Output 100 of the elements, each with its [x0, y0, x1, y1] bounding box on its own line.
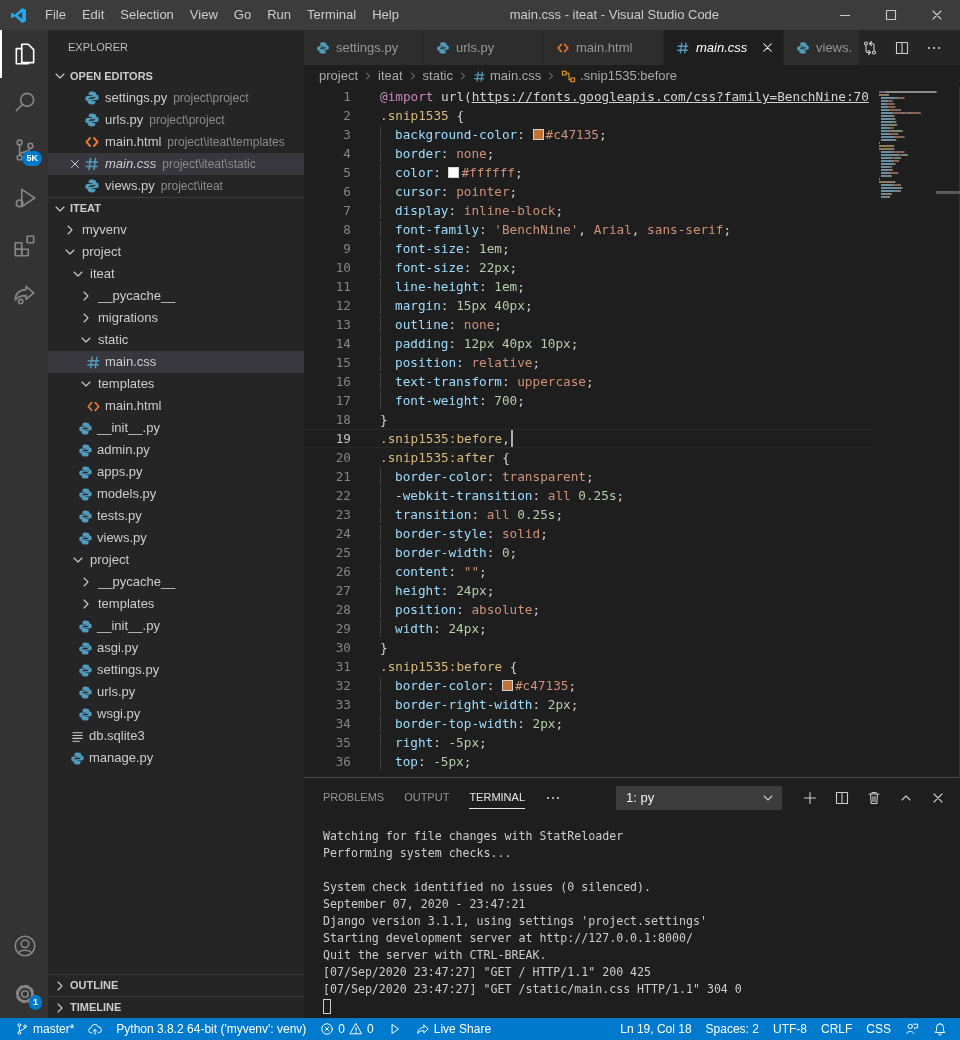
line-number: 7: [342, 202, 351, 220]
panel-tab[interactable]: TERMINAL: [469, 787, 525, 809]
tree-item[interactable]: apps.py: [48, 461, 304, 483]
scrollbar-thumb[interactable]: [936, 191, 960, 194]
split-editor-icon[interactable]: [894, 39, 910, 56]
menu-item[interactable]: View: [181, 0, 226, 30]
tree-item[interactable]: templates: [48, 593, 304, 615]
plus-icon[interactable]: [802, 790, 818, 806]
section-header[interactable]: ITEAT: [48, 197, 304, 219]
tree-item[interactable]: manage.py: [48, 747, 304, 769]
tree-item[interactable]: tests.py: [48, 505, 304, 527]
status-item[interactable]: Ln 19, Col 18: [613, 1018, 699, 1040]
status-item[interactable]: CSS: [859, 1018, 898, 1040]
python-file-icon: [78, 530, 93, 546]
breadcrumb-item[interactable]: .snip1535:before: [561, 66, 678, 86]
code-text: border-color: transparent;: [395, 468, 594, 486]
section-header[interactable]: OPEN EDITORS: [48, 65, 304, 87]
close-icon[interactable]: [68, 157, 82, 171]
activity-bar-item[interactable]: 1: [0, 970, 48, 1018]
editor-tab[interactable]: settings.py: [304, 30, 424, 65]
tree-item[interactable]: urls.py: [48, 681, 304, 703]
code-text: font-size: 22px;: [395, 259, 518, 277]
trash-icon[interactable]: [866, 790, 882, 806]
open-editor-item[interactable]: views.py project\iteat: [48, 175, 304, 197]
color-swatch-icon[interactable]: [532, 129, 544, 140]
tree-item[interactable]: migrations: [48, 307, 304, 329]
editor-tab[interactable]: urls.py: [424, 30, 544, 65]
code-text: font-family: 'BenchNine', Arial, sans-serif;: [395, 221, 732, 239]
menu-item[interactable]: Selection: [112, 0, 182, 30]
line-number: 22: [334, 487, 351, 505]
activity-bar-item[interactable]: 5K: [0, 126, 48, 174]
code-text: height: 24px;: [395, 582, 495, 600]
line-number: 9: [342, 240, 351, 258]
editor-tab[interactable]: main.html: [544, 30, 664, 65]
tree-item[interactable]: project: [48, 241, 304, 263]
terminal-select[interactable]: 1: py: [616, 786, 782, 810]
code-text: border-style: solid;: [395, 525, 548, 543]
tree-item[interactable]: __pycache__: [48, 285, 304, 307]
file-name: wsgi.py: [97, 705, 141, 724]
error-icon: [320, 1022, 335, 1036]
split-terminal-icon[interactable]: [834, 790, 850, 806]
status-item[interactable]: Spaces: 2: [698, 1018, 766, 1040]
status-item[interactable]: UTF-8: [765, 1018, 814, 1040]
open-editor-item[interactable]: settings.py project\project: [48, 87, 304, 109]
section-header[interactable]: OUTLINE: [48, 974, 304, 996]
color-swatch-icon[interactable]: [501, 680, 513, 691]
python-file-icon: [78, 464, 93, 480]
open-editor-item[interactable]: main.html project\iteat\templates: [48, 131, 304, 153]
close-icon[interactable]: [760, 40, 775, 55]
menu-item[interactable]: Go: [225, 0, 260, 30]
tree-item[interactable]: project: [48, 549, 304, 571]
tree-item[interactable]: __pycache__: [48, 571, 304, 593]
menu-item[interactable]: Help: [364, 0, 407, 30]
file-name: migrations: [98, 309, 158, 328]
open-editor-item[interactable]: urls.py project\project: [48, 109, 304, 131]
tree-item[interactable]: settings.py: [48, 659, 304, 681]
tree-item[interactable]: main.css: [48, 351, 304, 373]
line-number: 23: [334, 506, 351, 524]
status-item[interactable]: Live Share: [408, 1018, 499, 1040]
open-editor-item[interactable]: main.css project\iteat\static: [48, 153, 304, 175]
code-text: #ffffff;: [461, 164, 523, 182]
file-name: __init__.py: [97, 419, 160, 438]
editor-tab[interactable]: main.css: [664, 30, 784, 65]
panel-tab[interactable]: OUTPUT: [404, 787, 450, 809]
code-text: border-right-width: 2px;: [395, 696, 579, 714]
tree-item[interactable]: db.sqlite3: [48, 725, 304, 747]
tree-item[interactable]: asgi.py: [48, 637, 304, 659]
code-text: .snip1535:after {: [380, 449, 510, 467]
menu-item[interactable]: Run: [259, 0, 299, 30]
tree-item[interactable]: models.py: [48, 483, 304, 505]
code-text: line-height: 1em;: [395, 278, 525, 296]
color-swatch-icon[interactable]: [448, 167, 460, 178]
code-text: outline: none;: [395, 316, 502, 334]
tree-item[interactable]: admin.py: [48, 439, 304, 461]
status-item[interactable]: 0 0: [313, 1018, 381, 1040]
breadcrumb-item[interactable]: main.css: [472, 66, 542, 86]
file-name: models.py: [97, 485, 157, 504]
tree-item[interactable]: main.html: [48, 395, 304, 417]
tree-item[interactable]: iteat: [48, 263, 304, 285]
tree-item[interactable]: views.py: [48, 527, 304, 549]
breadcrumb-item[interactable]: iteat: [378, 66, 403, 86]
menu-item[interactable]: Terminal: [299, 0, 365, 30]
tree-item[interactable]: __init__.py: [48, 615, 304, 637]
panel-tab[interactable]: PROBLEMS: [323, 787, 385, 809]
status-item[interactable]: master*: [8, 1018, 82, 1040]
tree-item[interactable]: templates: [48, 373, 304, 395]
tree-item[interactable]: myvenv: [48, 219, 304, 241]
menu-item[interactable]: Edit: [73, 0, 113, 30]
compare-changes-icon[interactable]: [862, 39, 878, 56]
status-item[interactable]: Python 3.8.2 64-bit ('myvenv': venv): [109, 1018, 314, 1040]
breadcrumb-item[interactable]: project: [319, 66, 359, 86]
line-number: 33: [334, 696, 351, 714]
tree-item[interactable]: __init__.py: [48, 417, 304, 439]
python-file-icon: [78, 420, 93, 436]
breadcrumb-item[interactable]: static: [422, 66, 453, 86]
status-item[interactable]: CRLF: [813, 1018, 860, 1040]
editor-tab[interactable]: views.: [784, 30, 860, 65]
tree-item[interactable]: wsgi.py: [48, 703, 304, 725]
tree-item[interactable]: static: [48, 329, 304, 351]
menu-item[interactable]: File: [37, 0, 74, 30]
